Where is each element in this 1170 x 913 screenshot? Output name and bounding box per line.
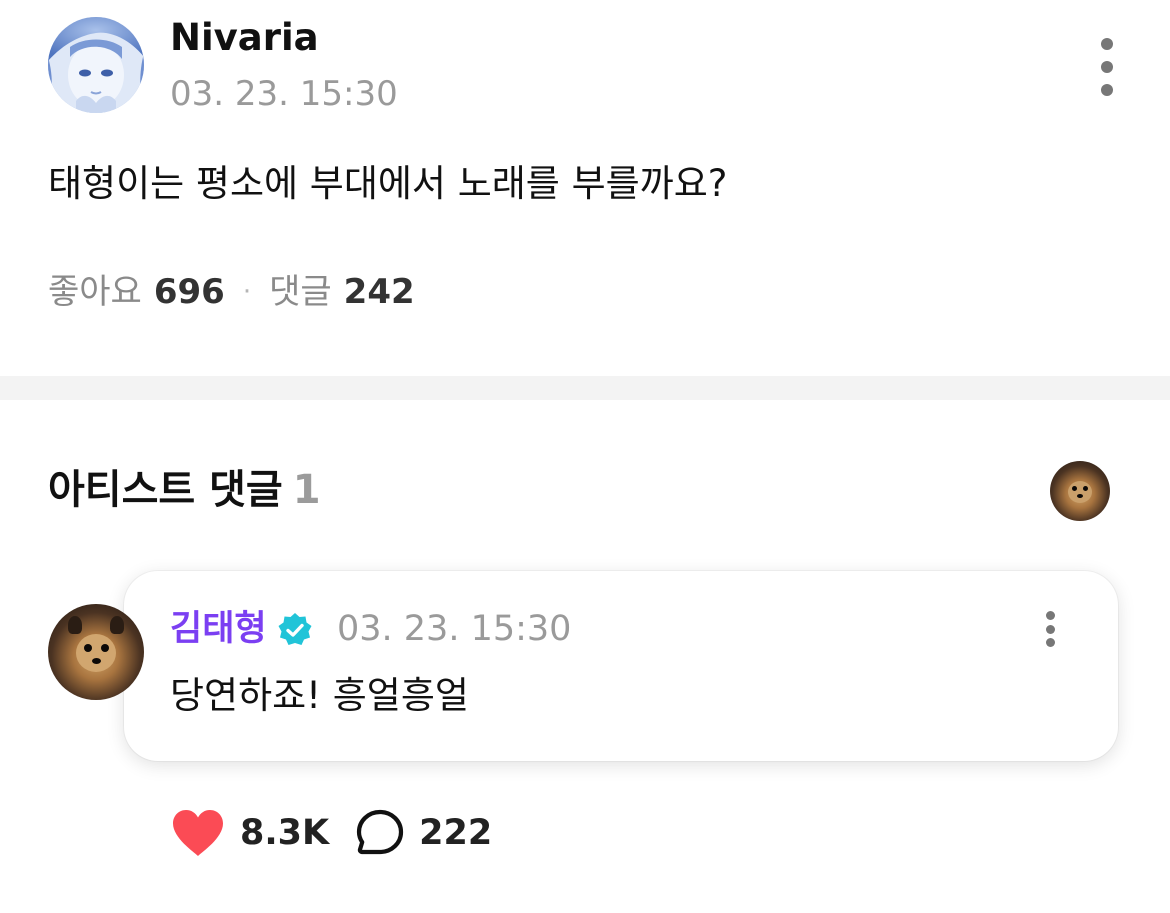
- artist-thumbnail-avatar[interactable]: [1050, 461, 1110, 521]
- more-dot: [1045, 624, 1055, 634]
- comment-reactions: 8.3K 222: [170, 805, 492, 861]
- comment-timestamp: 03. 23. 15:30: [337, 609, 572, 649]
- likes-count[interactable]: 696: [154, 268, 225, 316]
- artist-comments-title: 아티스트 댓글 1: [48, 463, 321, 517]
- dog-nose: [92, 658, 101, 664]
- comment-reply-count[interactable]: 222: [419, 808, 492, 858]
- post-timestamp: 03. 23. 15:30: [170, 74, 398, 114]
- dog-eye: [101, 644, 109, 652]
- more-dot: [1101, 61, 1113, 73]
- post-stats: 좋아요 696 · 댓글 242: [48, 268, 415, 316]
- author-name[interactable]: Nivaria: [170, 15, 319, 61]
- post-body: 태형이는 평소에 부대에서 노래를 부를까요?: [48, 162, 728, 205]
- artist-comments-title-text: 아티스트 댓글: [48, 467, 283, 513]
- heart-icon[interactable]: [170, 808, 226, 858]
- dog-eye: [1072, 486, 1077, 491]
- speech-bubble-icon[interactable]: [355, 808, 405, 858]
- more-dot: [1101, 38, 1113, 50]
- comments-label[interactable]: 댓글: [269, 268, 332, 316]
- section-divider: [0, 376, 1170, 400]
- stats-separator: ·: [242, 277, 252, 307]
- comment-like-count[interactable]: 8.3K: [240, 808, 329, 858]
- dog-eye: [84, 644, 92, 652]
- comment-text: 당연하죠! 흥얼흥얼: [170, 674, 469, 717]
- dog-ear: [110, 616, 124, 634]
- author-avatar-image: [48, 17, 144, 113]
- more-dot: [1045, 638, 1055, 647]
- dog-nose: [1077, 494, 1083, 498]
- commenter-avatar[interactable]: [48, 604, 144, 700]
- dog-face: [1068, 481, 1092, 503]
- verified-badge-icon: [278, 613, 312, 645]
- comment-more-icon[interactable]: [1035, 611, 1065, 647]
- dog-face: [76, 634, 116, 672]
- more-dot: [1101, 84, 1113, 96]
- author-avatar[interactable]: [48, 17, 144, 113]
- commenter-name[interactable]: 김태형: [170, 606, 267, 652]
- more-dot: [1045, 611, 1055, 620]
- artist-comments-count: 1: [292, 467, 321, 513]
- comments-count[interactable]: 242: [344, 268, 415, 316]
- dog-ear: [68, 616, 82, 634]
- post-more-icon[interactable]: [1092, 38, 1122, 96]
- comment-card: [124, 571, 1118, 761]
- dog-eye: [1083, 486, 1088, 491]
- likes-label[interactable]: 좋아요: [48, 268, 142, 316]
